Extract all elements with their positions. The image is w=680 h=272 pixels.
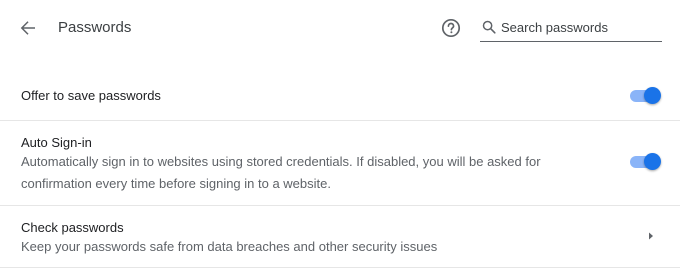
page-title: Passwords bbox=[58, 19, 132, 36]
check-passwords-description: Keep your passwords safe from data breac… bbox=[21, 239, 438, 254]
auto-sign-in-description: Automatically sign in to websites using … bbox=[21, 154, 541, 191]
toggle-knob bbox=[644, 153, 661, 170]
chevron-right-icon bbox=[649, 232, 653, 240]
search-input[interactable] bbox=[501, 17, 659, 37]
page-header: Passwords bbox=[0, 0, 680, 56]
auto-sign-in-label: Auto Sign-in bbox=[21, 135, 92, 150]
auto-sign-in-row: Auto Sign-in Automatically sign in to we… bbox=[0, 121, 680, 206]
toggle-knob bbox=[644, 87, 661, 104]
offer-to-save-label: Offer to save passwords bbox=[21, 88, 161, 103]
arrow-back-icon bbox=[20, 21, 35, 35]
help-circle-icon bbox=[441, 18, 461, 38]
passwords-settings-page: Passwords Offer to save passwords Auto S… bbox=[0, 0, 680, 272]
help-button[interactable] bbox=[438, 15, 464, 41]
check-passwords-row[interactable]: Check passwords Keep your passwords safe… bbox=[0, 206, 680, 268]
check-passwords-label: Check passwords bbox=[21, 220, 124, 235]
offer-to-save-row: Offer to save passwords bbox=[0, 70, 680, 121]
back-button[interactable] bbox=[14, 14, 42, 42]
offer-to-save-toggle[interactable] bbox=[629, 86, 663, 106]
search-box bbox=[480, 14, 662, 42]
auto-sign-in-toggle[interactable] bbox=[629, 152, 663, 172]
search-icon bbox=[482, 20, 496, 34]
